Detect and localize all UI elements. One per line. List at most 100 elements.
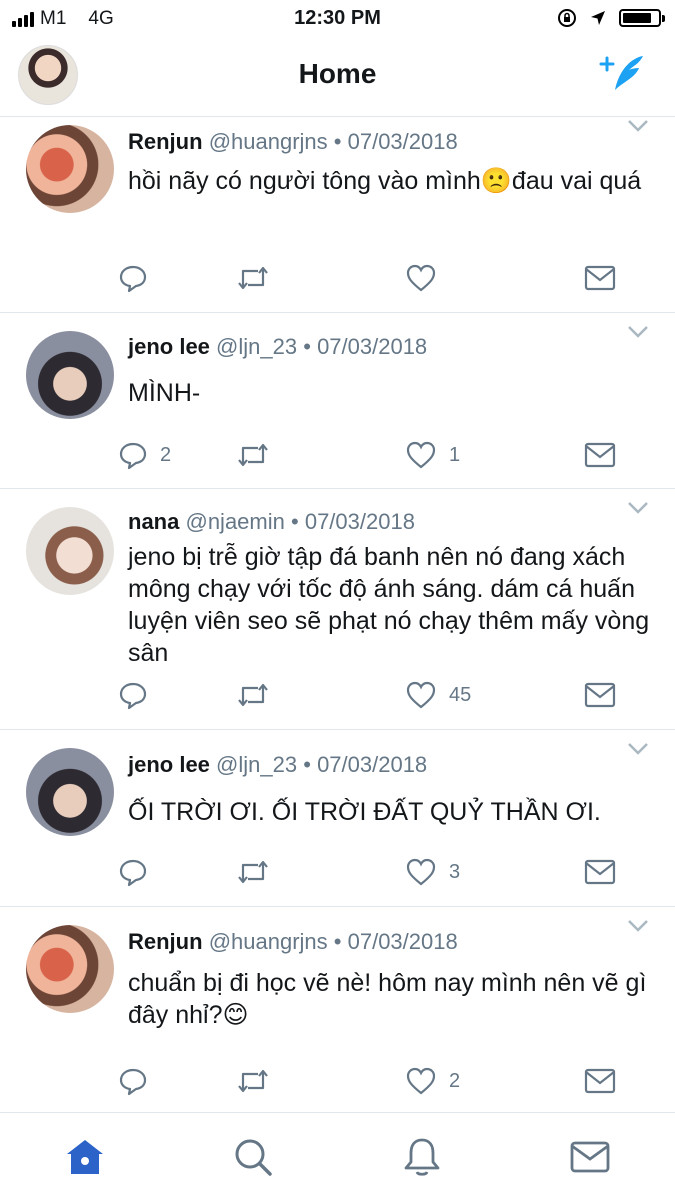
avatar[interactable] bbox=[26, 507, 114, 595]
author-name[interactable]: nana bbox=[128, 509, 179, 534]
tweet-text: hồi nãy có người tông vào mình🙁đau vai q… bbox=[128, 167, 642, 195]
envelope-icon bbox=[584, 859, 616, 885]
retweet-icon bbox=[238, 860, 268, 884]
retweet-button[interactable] bbox=[236, 1063, 270, 1099]
search-icon bbox=[235, 1139, 272, 1176]
tweet[interactable]: Renjun @huangrjns • 07/03/2018 hồi nãy c… bbox=[0, 117, 675, 313]
reply-button[interactable] bbox=[118, 1063, 160, 1099]
retweet-icon bbox=[238, 683, 268, 707]
tweet-text: ỐI TRỜI ƠI. ỐI TRỜI ĐẤT QUỶ THẦN ƠI. bbox=[128, 798, 601, 826]
heart-icon bbox=[406, 441, 436, 469]
reply-icon bbox=[119, 265, 147, 293]
direct-message-button[interactable] bbox=[584, 677, 616, 713]
avatar[interactable] bbox=[26, 748, 114, 836]
author-handle[interactable]: @huangrjns bbox=[209, 129, 328, 154]
tab-home[interactable] bbox=[63, 1135, 107, 1179]
tweet-text: MÌNH- bbox=[128, 379, 201, 407]
avatar[interactable] bbox=[26, 925, 114, 1013]
chevron-down-icon[interactable] bbox=[627, 119, 649, 133]
tweet-actions: 2 bbox=[0, 1063, 675, 1099]
dot-separator: • bbox=[291, 509, 305, 534]
avatar[interactable] bbox=[26, 331, 114, 419]
avatar[interactable] bbox=[26, 125, 114, 213]
dot-separator: • bbox=[303, 752, 318, 777]
reply-button[interactable]: 2 bbox=[118, 437, 171, 473]
retweet-icon bbox=[238, 1069, 268, 1093]
tweet[interactable]: nana @njaemin • 07/03/2018 jeno bị trễ g… bbox=[0, 489, 675, 730]
tweet-date: 07/03/2018 bbox=[317, 752, 428, 777]
like-count: 3 bbox=[449, 860, 461, 883]
tweet-header: Renjun @huangrjns • 07/03/2018 bbox=[128, 129, 458, 155]
envelope-icon bbox=[584, 265, 616, 291]
dot-separator: • bbox=[303, 334, 318, 359]
author-name[interactable]: Renjun bbox=[128, 129, 203, 154]
reply-icon bbox=[119, 1068, 147, 1096]
tweet[interactable]: Renjun @huangrjns • 07/03/2018 chuẩn bị … bbox=[0, 907, 675, 1111]
reply-icon bbox=[119, 859, 147, 887]
like-button[interactable]: 3 bbox=[405, 854, 460, 890]
tweet-actions bbox=[0, 260, 675, 296]
tweet-header: jeno lee @ljn_23 • 07/03/2018 bbox=[128, 752, 427, 778]
dot-separator: • bbox=[333, 929, 348, 954]
tweet-actions: 2 1 bbox=[0, 437, 675, 473]
battery-icon bbox=[619, 9, 665, 27]
chevron-down-icon[interactable] bbox=[627, 919, 649, 933]
author-name[interactable]: Renjun bbox=[128, 929, 203, 954]
tweet-date: 07/03/2018 bbox=[317, 334, 428, 359]
like-button[interactable] bbox=[405, 260, 449, 296]
retweet-button[interactable] bbox=[236, 677, 270, 713]
tab-search[interactable] bbox=[231, 1135, 275, 1179]
reply-button[interactable] bbox=[118, 677, 160, 713]
envelope-icon bbox=[584, 682, 616, 708]
direct-message-button[interactable] bbox=[584, 260, 616, 296]
reply-button[interactable] bbox=[118, 854, 160, 890]
like-count: 2 bbox=[449, 1069, 461, 1092]
retweet-button[interactable] bbox=[236, 854, 270, 890]
like-count: 1 bbox=[449, 443, 461, 466]
author-handle[interactable]: @huangrjns bbox=[209, 929, 328, 954]
tweet-date: 07/03/2018 bbox=[347, 129, 458, 154]
direct-message-button[interactable] bbox=[584, 437, 616, 473]
like-button[interactable]: 2 bbox=[405, 1063, 460, 1099]
author-name[interactable]: jeno lee bbox=[128, 752, 210, 777]
like-button[interactable]: 45 bbox=[405, 677, 471, 713]
like-button[interactable]: 1 bbox=[405, 437, 460, 473]
tweet[interactable]: jeno lee @ljn_23 • 07/03/2018 MÌNH- 2 1 bbox=[0, 313, 675, 489]
retweet-icon bbox=[238, 443, 268, 467]
author-handle[interactable]: @ljn_23 bbox=[216, 752, 297, 777]
retweet-icon bbox=[238, 266, 268, 290]
reply-button[interactable] bbox=[118, 260, 160, 296]
direct-message-button[interactable] bbox=[584, 854, 616, 890]
retweet-button[interactable] bbox=[236, 260, 270, 296]
author-handle[interactable]: @njaemin bbox=[185, 509, 284, 534]
tweet-date: 07/03/2018 bbox=[347, 929, 458, 954]
tweet-actions: 3 bbox=[0, 854, 675, 890]
reply-icon bbox=[119, 682, 147, 710]
retweet-button[interactable] bbox=[236, 437, 270, 473]
dot-separator: • bbox=[333, 129, 348, 154]
envelope-icon bbox=[584, 1068, 616, 1094]
messages-icon bbox=[570, 1141, 610, 1173]
tweet-actions: 45 bbox=[0, 677, 675, 713]
heart-icon bbox=[406, 681, 436, 709]
chevron-down-icon[interactable] bbox=[627, 742, 649, 756]
author-handle[interactable]: @ljn_23 bbox=[216, 334, 297, 359]
chevron-down-icon[interactable] bbox=[627, 325, 649, 339]
page-title: Home bbox=[298, 58, 377, 89]
tweet-header: nana @njaemin • 07/03/2018 bbox=[128, 509, 415, 535]
chevron-down-icon[interactable] bbox=[627, 501, 649, 515]
nav-bar: Home bbox=[0, 38, 675, 117]
tweet-header: jeno lee @ljn_23 • 07/03/2018 bbox=[128, 334, 427, 360]
tweet[interactable]: jeno lee @ljn_23 • 07/03/2018 ỐI TRỜI ƠI… bbox=[0, 730, 675, 907]
compose-tweet-icon[interactable] bbox=[597, 52, 649, 96]
tab-messages[interactable] bbox=[568, 1135, 612, 1179]
notifications-icon bbox=[404, 1138, 440, 1176]
envelope-icon bbox=[584, 442, 616, 468]
like-count: 45 bbox=[449, 683, 472, 706]
location-icon bbox=[591, 11, 605, 25]
home-icon bbox=[67, 1140, 103, 1174]
tab-notifications[interactable] bbox=[400, 1135, 444, 1179]
author-name[interactable]: jeno lee bbox=[128, 334, 210, 359]
direct-message-button[interactable] bbox=[584, 1063, 616, 1099]
heart-icon bbox=[406, 264, 436, 292]
